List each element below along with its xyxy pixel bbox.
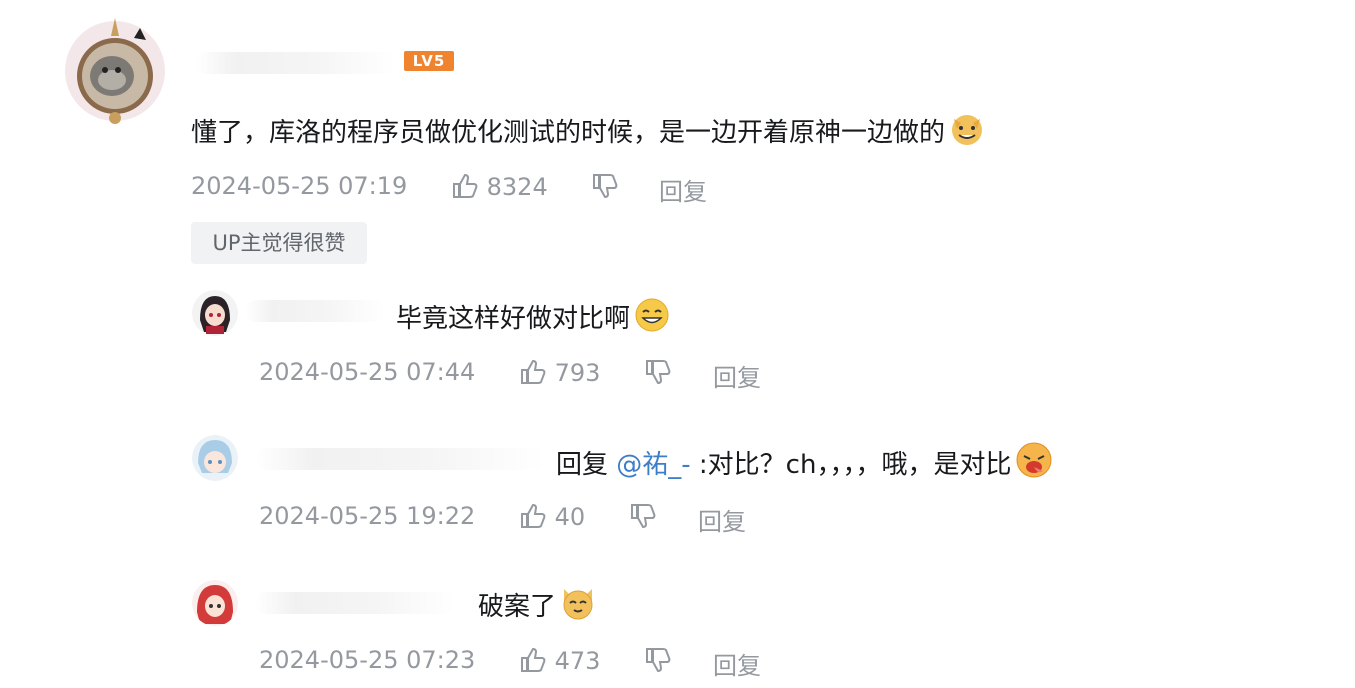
reply-text: 毕竟这样好做对比啊 [396, 304, 631, 334]
mention-link[interactable]: @祐_- [616, 450, 690, 480]
like-button[interactable]: 793 [519, 358, 600, 387]
reply-content: 毕竟这样好做对比啊 [396, 297, 670, 340]
username-blurred[interactable] [245, 300, 385, 322]
reply-time: 2024-05-25 19:22 [259, 502, 476, 530]
dislike-button[interactable] [591, 172, 619, 201]
thumb-down-icon [591, 172, 619, 200]
hungry-emoji-icon [1015, 441, 1053, 486]
like-button[interactable]: 40 [519, 502, 585, 531]
reply-button[interactable]: 回复 [713, 646, 761, 681]
reply-button[interactable]: 回复 [698, 502, 746, 537]
comment-time: 2024-05-25 07:19 [191, 172, 408, 200]
comment-meta: 2024-05-25 07:19 [191, 172, 407, 200]
dog-grin-emoji-icon [949, 111, 985, 154]
like-count: 40 [554, 503, 586, 531]
reply-prefix: 回复 [556, 450, 617, 480]
thumb-down-icon [644, 646, 672, 674]
comment-text: 懂了，库洛的程序员做优化测试的时候，是一边开着原神一边做的 [191, 118, 946, 148]
cat-emoji-icon [560, 585, 596, 628]
reply-avatar[interactable] [192, 290, 238, 336]
dislike-button[interactable] [644, 646, 672, 675]
username-blurred[interactable] [196, 52, 396, 74]
username-blurred[interactable] [255, 592, 455, 614]
thumb-down-icon [644, 358, 672, 386]
comment-content: 懂了，库洛的程序员做优化测试的时候，是一边开着原神一边做的 [191, 111, 985, 154]
like-button[interactable]: 8324 [451, 172, 548, 201]
level-badge: LV5 [404, 51, 454, 71]
reply-button[interactable]: 回复 [713, 358, 761, 393]
like-count: 8324 [486, 173, 548, 201]
like-count: 793 [554, 359, 601, 387]
reply-avatar[interactable] [192, 580, 238, 626]
reply-content: 回复 @祐_- :对比？ch，，，，哦，是对比 [556, 441, 1053, 486]
up-liked-tag: UP主觉得很赞 [191, 222, 367, 264]
reply-avatar[interactable] [192, 435, 238, 481]
reply-time: 2024-05-25 07:23 [259, 646, 476, 674]
username-blurred[interactable] [255, 448, 545, 470]
thumb-up-icon [519, 502, 547, 530]
reply-text: 破案了 [478, 592, 557, 622]
dislike-button[interactable] [629, 502, 657, 531]
reply-button[interactable]: 回复 [659, 172, 707, 207]
main-avatar[interactable] [62, 18, 168, 124]
thumb-up-icon [519, 646, 547, 674]
reply-text: :对比？ch，，，，哦，是对比 [690, 450, 1012, 480]
thumb-down-icon [629, 502, 657, 530]
reply-content: 破案了 [478, 585, 596, 628]
smile-emoji-icon [634, 297, 670, 340]
thumb-up-icon [451, 172, 479, 200]
thumb-up-icon [519, 358, 547, 386]
like-button[interactable]: 473 [519, 646, 600, 675]
like-count: 473 [554, 647, 601, 675]
dislike-button[interactable] [644, 358, 672, 387]
reply-time: 2024-05-25 07:44 [259, 358, 476, 386]
